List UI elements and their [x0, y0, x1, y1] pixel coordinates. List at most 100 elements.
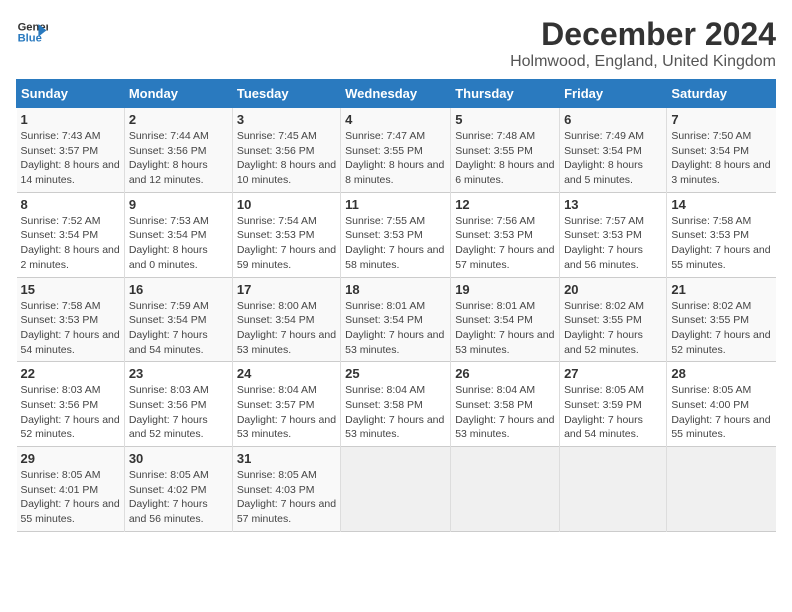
day-info: Sunrise: 8:05 AMSunset: 4:03 PMDaylight:… [237, 468, 336, 527]
logo: General Blue [16, 16, 48, 48]
day-number: 4 [345, 112, 446, 127]
day-cell: 5 Sunrise: 7:48 AMSunset: 3:55 PMDaylight… [451, 108, 560, 193]
day-number: 12 [455, 197, 555, 212]
header-monday: Monday [124, 80, 232, 108]
day-cell: 3Sunrise: 7:45 AMSunset: 3:56 PMDaylight… [232, 108, 340, 193]
page-header: General Blue December 2024 Holmwood, Eng… [16, 16, 776, 71]
day-number: 19 [455, 282, 555, 297]
day-cell: 12 Sunrise: 7:56 AMSunset: 3:53 PMDayligh… [451, 192, 560, 277]
day-cell: 14Sunrise: 7:58 AMSunset: 3:53 PMDayligh… [667, 192, 776, 277]
day-number: 28 [671, 366, 771, 381]
day-cell [341, 447, 451, 532]
day-info: Sunrise: 7:54 AMSunset: 3:53 PMDaylight:… [237, 214, 336, 273]
day-cell: 18 Sunrise: 8:01 AMSunset: 3:54 PMDayligh… [341, 277, 451, 362]
day-info: Sunrise: 7:58 AMSunset: 3:53 PMDaylight:… [671, 214, 771, 273]
day-cell [560, 447, 667, 532]
day-cell: 30 Sunrise: 8:05 AMSunset: 4:02 PMDayligh… [124, 447, 232, 532]
day-info: Sunrise: 8:04 AMSunset: 3:57 PMDaylight:… [237, 383, 336, 442]
day-info: Sunrise: 7:43 AMSunset: 3:57 PMDaylight:… [21, 129, 120, 188]
day-cell: 28 Sunrise: 8:05 AMSunset: 4:00 PMDayligh… [667, 362, 776, 447]
day-info: Sunrise: 7:58 AMSunset: 3:53 PMDaylight:… [21, 299, 120, 358]
day-number: 1 [21, 112, 120, 127]
day-number: 6 [564, 112, 662, 127]
day-number: 30 [129, 451, 228, 466]
day-info: Sunrise: 8:02 AMSunset: 3:55 PMDaylight:… [564, 299, 662, 358]
day-info: Sunrise: 8:03 AMSunset: 3:56 PMDaylight:… [21, 383, 120, 442]
day-number: 5 [455, 112, 555, 127]
day-cell: 2Sunrise: 7:44 AMSunset: 3:56 PMDaylight… [124, 108, 232, 193]
day-number: 7 [671, 112, 771, 127]
day-number: 24 [237, 366, 336, 381]
calendar-subtitle: Holmwood, England, United Kingdom [510, 53, 776, 71]
day-cell [667, 447, 776, 532]
day-cell: 20 Sunrise: 8:02 AMSunset: 3:55 PMDayligh… [560, 277, 667, 362]
day-cell: 10 Sunrise: 7:54 AMSunset: 3:53 PMDayligh… [232, 192, 340, 277]
day-number: 21 [671, 282, 771, 297]
day-info: Sunrise: 7:48 AMSunset: 3:55 PMDaylight:… [455, 129, 555, 188]
header-sunday: Sunday [17, 80, 125, 108]
header-wednesday: Wednesday [341, 80, 451, 108]
day-number: 29 [21, 451, 120, 466]
title-area: December 2024 Holmwood, England, United … [510, 16, 776, 71]
day-info: Sunrise: 8:01 AMSunset: 3:54 PMDaylight:… [455, 299, 555, 358]
day-cell: 17 Sunrise: 8:00 AMSunset: 3:54 PMDayligh… [232, 277, 340, 362]
day-number: 31 [237, 451, 336, 466]
day-cell: 19 Sunrise: 8:01 AMSunset: 3:54 PMDayligh… [451, 277, 560, 362]
day-number: 23 [129, 366, 228, 381]
day-cell: 13Sunrise: 7:57 AMSunset: 3:53 PMDayligh… [560, 192, 667, 277]
day-info: Sunrise: 7:59 AMSunset: 3:54 PMDaylight:… [129, 299, 228, 358]
day-info: Sunrise: 7:55 AMSunset: 3:53 PMDaylight:… [345, 214, 446, 273]
calendar-table: SundayMondayTuesdayWednesdayThursdayFrid… [16, 79, 776, 532]
header-thursday: Thursday [451, 80, 560, 108]
day-cell: 31 Sunrise: 8:05 AMSunset: 4:03 PMDayligh… [232, 447, 340, 532]
day-info: Sunrise: 8:05 AMSunset: 4:01 PMDaylight:… [21, 468, 120, 527]
day-number: 25 [345, 366, 446, 381]
day-info: Sunrise: 7:50 AMSunset: 3:54 PMDaylight:… [671, 129, 771, 188]
day-number: 20 [564, 282, 662, 297]
header-row: SundayMondayTuesdayWednesdayThursdayFrid… [17, 80, 776, 108]
day-info: Sunrise: 8:00 AMSunset: 3:54 PMDaylight:… [237, 299, 336, 358]
week-row-3: 15Sunrise: 7:58 AMSunset: 3:53 PMDayligh… [17, 277, 776, 362]
day-info: Sunrise: 8:02 AMSunset: 3:55 PMDaylight:… [671, 299, 771, 358]
day-number: 10 [237, 197, 336, 212]
day-cell: 29 Sunrise: 8:05 AMSunset: 4:01 PMDayligh… [17, 447, 125, 532]
day-number: 13 [564, 197, 662, 212]
day-cell: 22Sunrise: 8:03 AMSunset: 3:56 PMDayligh… [17, 362, 125, 447]
day-info: Sunrise: 7:56 AMSunset: 3:53 PMDaylight:… [455, 214, 555, 273]
day-number: 9 [129, 197, 228, 212]
day-info: Sunrise: 7:52 AMSunset: 3:54 PMDaylight:… [21, 214, 120, 273]
day-number: 27 [564, 366, 662, 381]
day-number: 16 [129, 282, 228, 297]
week-row-1: 1 Sunrise: 7:43 AMSunset: 3:57 PMDaylight… [17, 108, 776, 193]
day-number: 18 [345, 282, 446, 297]
day-cell: 15Sunrise: 7:58 AMSunset: 3:53 PMDayligh… [17, 277, 125, 362]
day-info: Sunrise: 8:05 AMSunset: 3:59 PMDaylight:… [564, 383, 662, 442]
day-number: 17 [237, 282, 336, 297]
day-number: 3 [237, 112, 336, 127]
day-cell: 7 Sunrise: 7:50 AMSunset: 3:54 PMDaylight… [667, 108, 776, 193]
day-info: Sunrise: 8:04 AMSunset: 3:58 PMDaylight:… [345, 383, 446, 442]
day-info: Sunrise: 8:01 AMSunset: 3:54 PMDaylight:… [345, 299, 446, 358]
day-info: Sunrise: 7:47 AMSunset: 3:55 PMDaylight:… [345, 129, 446, 188]
day-cell: 24 Sunrise: 8:04 AMSunset: 3:57 PMDayligh… [232, 362, 340, 447]
week-row-2: 8 Sunrise: 7:52 AMSunset: 3:54 PMDaylight… [17, 192, 776, 277]
header-saturday: Saturday [667, 80, 776, 108]
header-tuesday: Tuesday [232, 80, 340, 108]
day-info: Sunrise: 8:04 AMSunset: 3:58 PMDaylight:… [455, 383, 555, 442]
day-cell: 11Sunrise: 7:55 AMSunset: 3:53 PMDayligh… [341, 192, 451, 277]
week-row-5: 29 Sunrise: 8:05 AMSunset: 4:01 PMDayligh… [17, 447, 776, 532]
calendar-title: December 2024 [510, 16, 776, 53]
day-number: 8 [21, 197, 120, 212]
day-info: Sunrise: 8:05 AMSunset: 4:02 PMDaylight:… [129, 468, 228, 527]
week-row-4: 22Sunrise: 8:03 AMSunset: 3:56 PMDayligh… [17, 362, 776, 447]
day-cell: 1 Sunrise: 7:43 AMSunset: 3:57 PMDaylight… [17, 108, 125, 193]
day-cell: 27 Sunrise: 8:05 AMSunset: 3:59 PMDayligh… [560, 362, 667, 447]
day-info: Sunrise: 7:49 AMSunset: 3:54 PMDaylight:… [564, 129, 662, 188]
day-cell: 16 Sunrise: 7:59 AMSunset: 3:54 PMDayligh… [124, 277, 232, 362]
svg-text:Blue: Blue [18, 33, 42, 45]
day-cell: 21 Sunrise: 8:02 AMSunset: 3:55 PMDayligh… [667, 277, 776, 362]
day-cell [451, 447, 560, 532]
day-info: Sunrise: 7:44 AMSunset: 3:56 PMDaylight:… [129, 129, 228, 188]
day-cell: 26Sunrise: 8:04 AMSunset: 3:58 PMDayligh… [451, 362, 560, 447]
day-info: Sunrise: 8:05 AMSunset: 4:00 PMDaylight:… [671, 383, 771, 442]
